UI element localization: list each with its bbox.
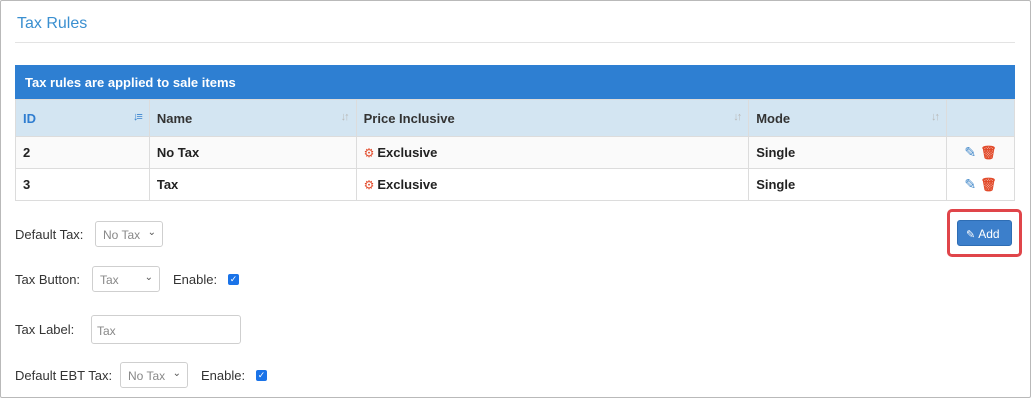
tax-button-enable-label: Enable: — [173, 272, 218, 287]
sort-icon[interactable]: ↓↑ — [733, 111, 742, 123]
sort-icon[interactable]: ↓↑ — [341, 111, 350, 123]
column-header-label: Mode — [756, 110, 791, 126]
chevron-down-icon: ⌄ — [172, 368, 181, 379]
default-ebt-tax-select[interactable]: No Tax ⌄ — [120, 362, 188, 388]
tax-button-select[interactable]: Tax ⌄ — [92, 266, 160, 292]
tax-label-input[interactable]: Tax — [91, 315, 241, 344]
add-button-label: Add — [978, 227, 1000, 241]
tax-label-label: Tax Label: — [15, 322, 75, 337]
column-header-price-inclusive[interactable]: Price Inclusive ↓↑ — [355, 99, 750, 137]
column-header-name[interactable]: Name ↓↑ — [148, 99, 357, 137]
table-row[interactable]: 3 Tax ⚙ Exclusive Single ✎ 🗑 — [15, 168, 1015, 201]
cell-id: 2 — [15, 136, 150, 169]
tax-button-enable-checkbox[interactable]: ✓ — [228, 274, 239, 285]
default-ebt-tax-value: No Tax — [128, 369, 166, 383]
chevron-down-icon: ⌄ — [144, 272, 153, 283]
tax-button-label: Tax Button: — [15, 272, 81, 287]
price-inclusive-value: Exclusive — [377, 145, 438, 160]
cell-price-inclusive: ⚙ Exclusive — [355, 136, 750, 169]
default-tax-value: No Tax — [103, 228, 141, 242]
column-header-label: ID — [23, 110, 36, 126]
cell-name: Tax — [148, 168, 357, 201]
column-header-mode[interactable]: Mode ↓↑ — [748, 99, 947, 137]
cell-name: No Tax — [148, 136, 357, 169]
tax-rules-table: ID ↓≡ Name ↓↑ Price Inclusive ↓↑ Mode ↓↑… — [15, 99, 1015, 201]
add-button[interactable]: ✎ Add — [957, 220, 1012, 246]
table-header-row: ID ↓≡ Name ↓↑ Price Inclusive ↓↑ Mode ↓↑ — [15, 99, 1015, 137]
panel-heading: Tax rules are applied to sale items — [15, 65, 1015, 99]
default-tax-select[interactable]: No Tax ⌄ — [95, 221, 163, 247]
pencil-icon[interactable]: ✎ — [964, 176, 976, 192]
price-inclusive-value: Exclusive — [377, 177, 438, 192]
cell-mode: Single — [748, 168, 947, 201]
title-divider — [15, 42, 1015, 43]
cell-price-inclusive: ⚙ Exclusive — [355, 168, 750, 201]
column-header-label: Price Inclusive — [363, 110, 455, 126]
chevron-down-icon: ⌄ — [147, 227, 156, 238]
trash-icon[interactable]: 🗑 — [980, 145, 997, 160]
cell-actions: ✎ 🗑 — [946, 136, 1015, 169]
gears-icon: ⚙ — [363, 146, 375, 160]
table-row[interactable]: 2 No Tax ⚙ Exclusive Single ✎ 🗑 — [15, 136, 1015, 169]
default-ebt-tax-label: Default EBT Tax: — [15, 368, 113, 383]
pencil-icon[interactable]: ✎ — [964, 144, 976, 160]
cell-mode: Single — [748, 136, 947, 169]
tax-label-placeholder: Tax — [97, 324, 116, 338]
gears-icon: ⚙ — [363, 178, 375, 192]
sort-ascending-icon[interactable]: ↓≡ — [133, 111, 143, 123]
cell-actions: ✎ 🗑 — [946, 168, 1015, 201]
pencil-icon: ✎ — [966, 229, 976, 241]
default-ebt-enable-label: Enable: — [201, 368, 246, 383]
tax-button-value: Tax — [100, 273, 119, 287]
page-title: Tax Rules — [17, 15, 88, 32]
default-tax-label: Default Tax: — [15, 227, 84, 242]
trash-icon[interactable]: 🗑 — [980, 177, 997, 192]
cell-id: 3 — [15, 168, 150, 201]
default-ebt-enable-checkbox[interactable]: ✓ — [256, 370, 267, 381]
column-header-actions — [946, 99, 1015, 137]
column-header-label: Name — [156, 110, 193, 126]
column-header-id[interactable]: ID ↓≡ — [15, 99, 150, 137]
sort-icon[interactable]: ↓↑ — [931, 111, 940, 123]
